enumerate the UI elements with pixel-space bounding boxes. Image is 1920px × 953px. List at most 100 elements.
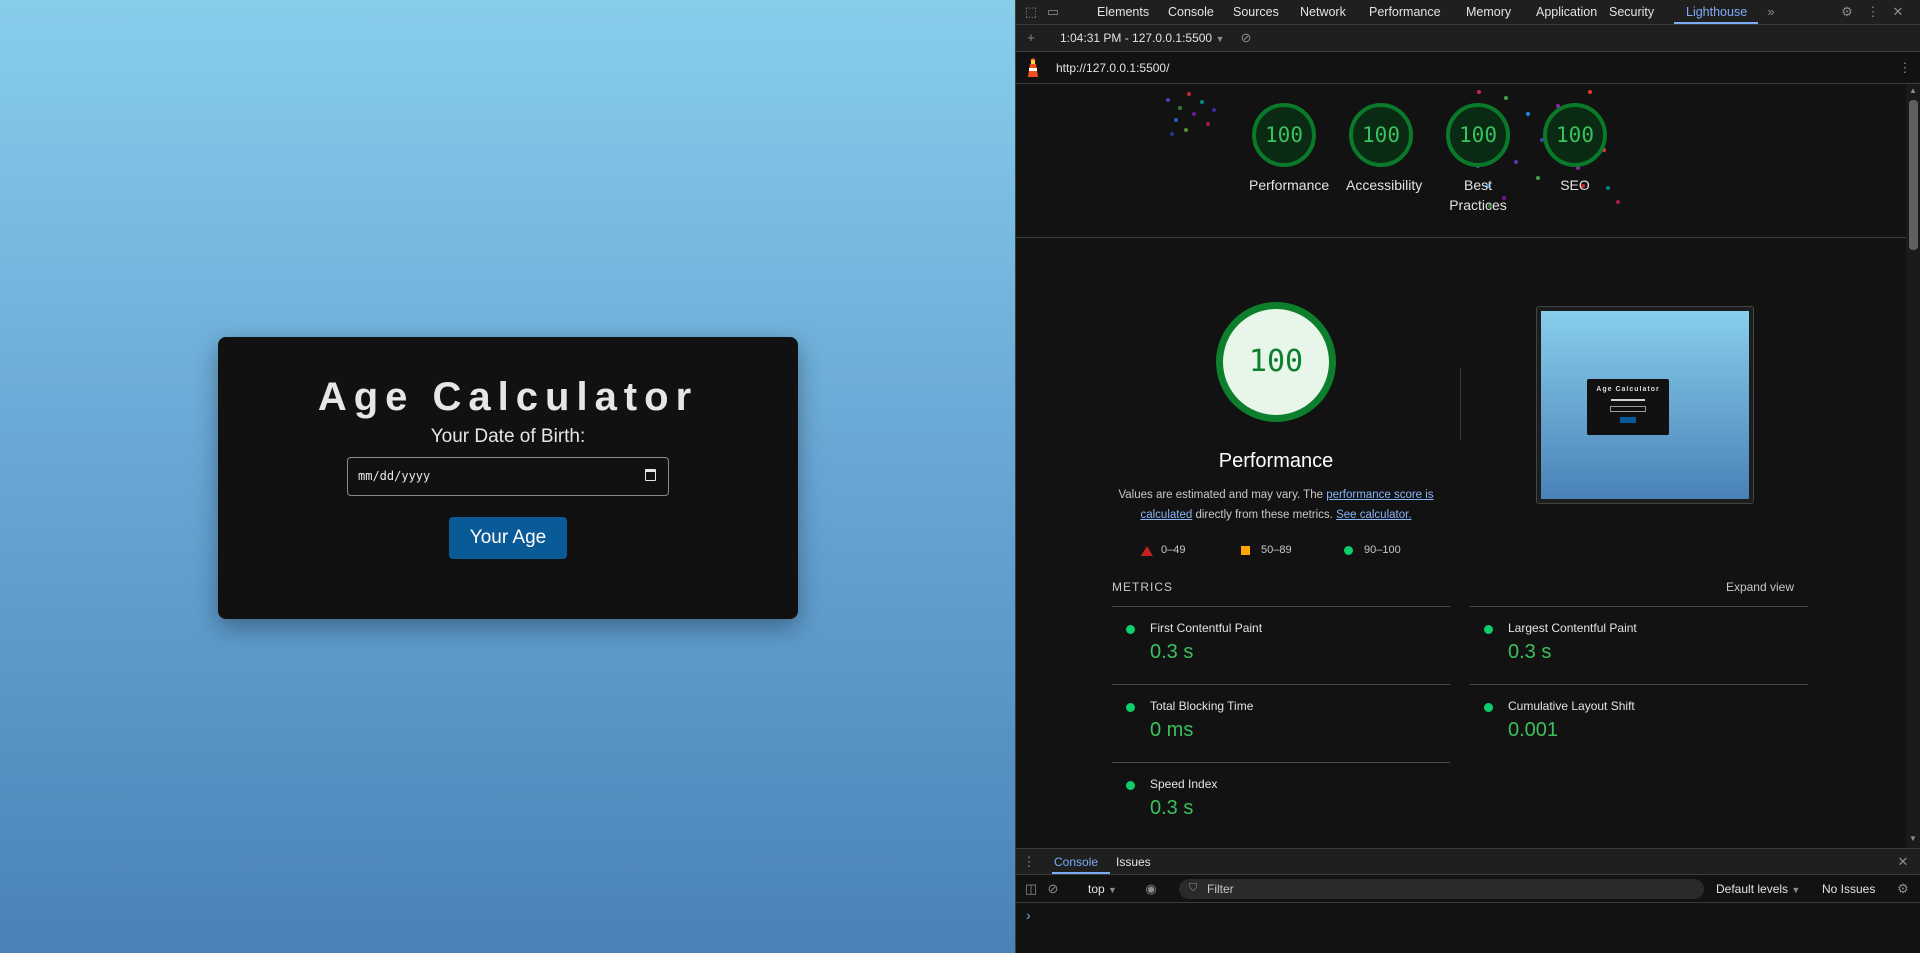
live-expression-eye-icon[interactable]: ◉: [1144, 882, 1158, 896]
tab-memory[interactable]: Memory: [1466, 5, 1511, 19]
close-devtools-icon[interactable]: ✕: [1891, 5, 1905, 19]
filter-placeholder: Filter: [1207, 882, 1234, 896]
metric-largest-contentful-paint: Largest Contentful Paint 0.3 s: [1470, 606, 1808, 684]
sidebar-toggle-icon[interactable]: ◫: [1024, 882, 1038, 896]
pass-indicator-icon: [1126, 781, 1135, 790]
report-menu-icon[interactable]: ⋮: [1898, 61, 1912, 75]
tab-elements[interactable]: Elements: [1097, 5, 1149, 19]
metric-name: Cumulative Layout Shift: [1508, 699, 1635, 713]
log-levels-select[interactable]: Default levels ▼: [1716, 882, 1800, 896]
pass-indicator-icon: [1126, 625, 1135, 634]
context-select[interactable]: top ▼: [1088, 882, 1117, 896]
desc-text: Values are estimated and may vary. The: [1118, 489, 1327, 501]
device-toolbar-icon[interactable]: ▭: [1046, 5, 1060, 19]
log-levels-value: Default levels: [1716, 882, 1789, 896]
metric-value: 0.001: [1508, 719, 1559, 741]
console-toolbar: ◫ ⊘ top ▼ ◉ ⛉ Filter Default levels ▼ No…: [1016, 875, 1920, 903]
metric-value: 0.3 s: [1150, 797, 1194, 819]
lighthouse-report: 100 Performance 100 Accessibility 100 Be…: [1016, 84, 1906, 848]
drawer-tabbar: ⋮ Console Issues ✕: [1016, 849, 1920, 875]
score-label: SEO: [1560, 177, 1590, 193]
console-prompt[interactable]: ›: [1026, 907, 1031, 923]
chevron-double-right-icon[interactable]: »: [1764, 5, 1778, 19]
score-gauge-accessibility[interactable]: 100 Accessibility: [1346, 103, 1422, 195]
age-calculator-card: Age Calculator Your Date of Birth: mm/dd…: [218, 337, 798, 619]
see-calculator-link[interactable]: See calculator.: [1336, 509, 1411, 521]
active-tab-indicator: [1674, 22, 1758, 24]
expand-view-toggle[interactable]: Expand view: [1726, 580, 1794, 594]
page-title: Age Calculator: [317, 375, 699, 419]
report-url[interactable]: http://127.0.0.1:5500/: [1056, 61, 1169, 75]
console-filter-input[interactable]: ⛉ Filter: [1179, 879, 1704, 899]
legend-item-fail: 0–49: [1141, 544, 1185, 556]
legend-range: 0–49: [1161, 544, 1186, 556]
calendar-icon[interactable]: [645, 469, 656, 481]
legend-range: 50–89: [1261, 544, 1292, 556]
circle-icon: [1344, 546, 1353, 555]
legend-item-average: 50–89: [1241, 544, 1292, 556]
metric-value: 0 ms: [1150, 719, 1194, 741]
report-scrollbar[interactable]: ▲ ▼: [1906, 84, 1920, 848]
score-value: 100: [1349, 103, 1413, 167]
metric-cumulative-layout-shift: Cumulative Layout Shift 0.001: [1470, 684, 1808, 762]
score-label: Best Practices: [1449, 177, 1507, 213]
score-gauge-seo[interactable]: 100 SEO: [1540, 103, 1610, 195]
filter-icon: ⛉: [1189, 882, 1198, 894]
score-gauge-performance[interactable]: 100 Performance: [1249, 103, 1329, 195]
drawer-tab-console[interactable]: Console: [1054, 855, 1098, 869]
tab-console[interactable]: Console: [1168, 5, 1214, 19]
scroll-up-icon[interactable]: ▲: [1909, 86, 1917, 95]
scroll-down-icon[interactable]: ▼: [1909, 834, 1917, 843]
clear-icon[interactable]: ⊘: [1239, 31, 1253, 45]
desc-text: directly from these metrics.: [1192, 509, 1337, 521]
close-drawer-icon[interactable]: ✕: [1896, 855, 1910, 869]
tab-lighthouse[interactable]: Lighthouse: [1686, 5, 1747, 19]
inspect-element-icon[interactable]: ⬚: [1024, 5, 1038, 19]
dropdown-caret-icon: ▼: [1215, 34, 1225, 44]
metric-value: 0.3 s: [1150, 641, 1194, 663]
tab-network[interactable]: Network: [1300, 5, 1346, 19]
dob-date-input[interactable]: mm/dd/yyyy: [347, 457, 669, 496]
report-select[interactable]: 1:04:31 PM - 127.0.0.1:5500 ▼: [1060, 31, 1224, 45]
scrollbar-thumb[interactable]: [1909, 100, 1918, 250]
score-value: 100: [1252, 103, 1316, 167]
metrics-header: METRICS Expand view: [1112, 580, 1806, 594]
pass-indicator-icon: [1126, 703, 1135, 712]
dob-placeholder: mm/dd/yyyy: [358, 469, 431, 483]
clear-console-icon[interactable]: ⊘: [1046, 882, 1060, 896]
performance-title: Performance: [1218, 450, 1334, 472]
issues-count[interactable]: No Issues: [1822, 882, 1875, 896]
report-select-value: 1:04:31 PM - 127.0.0.1:5500: [1060, 31, 1213, 45]
performance-score-gauge: 100: [1216, 302, 1336, 422]
metrics-label: METRICS: [1112, 580, 1173, 594]
performance-description: Values are estimated and may vary. The p…: [1111, 485, 1441, 525]
more-options-icon[interactable]: ⋮: [1866, 5, 1880, 19]
tab-sources[interactable]: Sources: [1233, 5, 1279, 19]
devtools-tabbar: ⬚ ▭ Elements Console Sources Network Per…: [1016, 0, 1920, 25]
tab-security[interactable]: Security: [1609, 5, 1654, 19]
tab-application[interactable]: Application: [1536, 5, 1597, 19]
console-settings-gear-icon[interactable]: ⚙: [1896, 882, 1910, 896]
pass-indicator-icon: [1484, 625, 1493, 634]
score-value: 100: [1446, 103, 1510, 167]
drawer-menu-icon[interactable]: ⋮: [1022, 855, 1036, 869]
dropdown-caret-icon: ▼: [1108, 885, 1117, 895]
triangle-icon: [1141, 546, 1153, 556]
console-drawer: ⋮ Console Issues ✕ ◫ ⊘ top ▼ ◉ ⛉ Filter …: [1016, 848, 1920, 953]
metric-name: Speed Index: [1150, 777, 1218, 791]
lighthouse-toolbar: + 1:04:31 PM - 127.0.0.1:5500 ▼ ⊘: [1016, 25, 1920, 52]
drawer-tab-issues[interactable]: Issues: [1116, 855, 1151, 869]
final-screenshot-thumbnail[interactable]: Age Calculator: [1536, 306, 1754, 504]
pass-indicator-icon: [1484, 703, 1493, 712]
metric-value: 0.3 s: [1508, 641, 1552, 663]
square-icon: [1241, 546, 1250, 555]
legend-item-pass: 90–100: [1344, 544, 1401, 556]
context-value: top: [1088, 882, 1105, 896]
plus-icon[interactable]: +: [1024, 31, 1038, 45]
tab-performance[interactable]: Performance: [1369, 5, 1441, 19]
dob-label: Your Date of Birth:: [430, 426, 586, 447]
your-age-button[interactable]: Your Age: [449, 517, 567, 559]
divider: [1460, 368, 1461, 440]
score-gauge-best-practices[interactable]: 100 Best Practices: [1443, 103, 1513, 215]
settings-gear-icon[interactable]: ⚙: [1840, 5, 1854, 19]
